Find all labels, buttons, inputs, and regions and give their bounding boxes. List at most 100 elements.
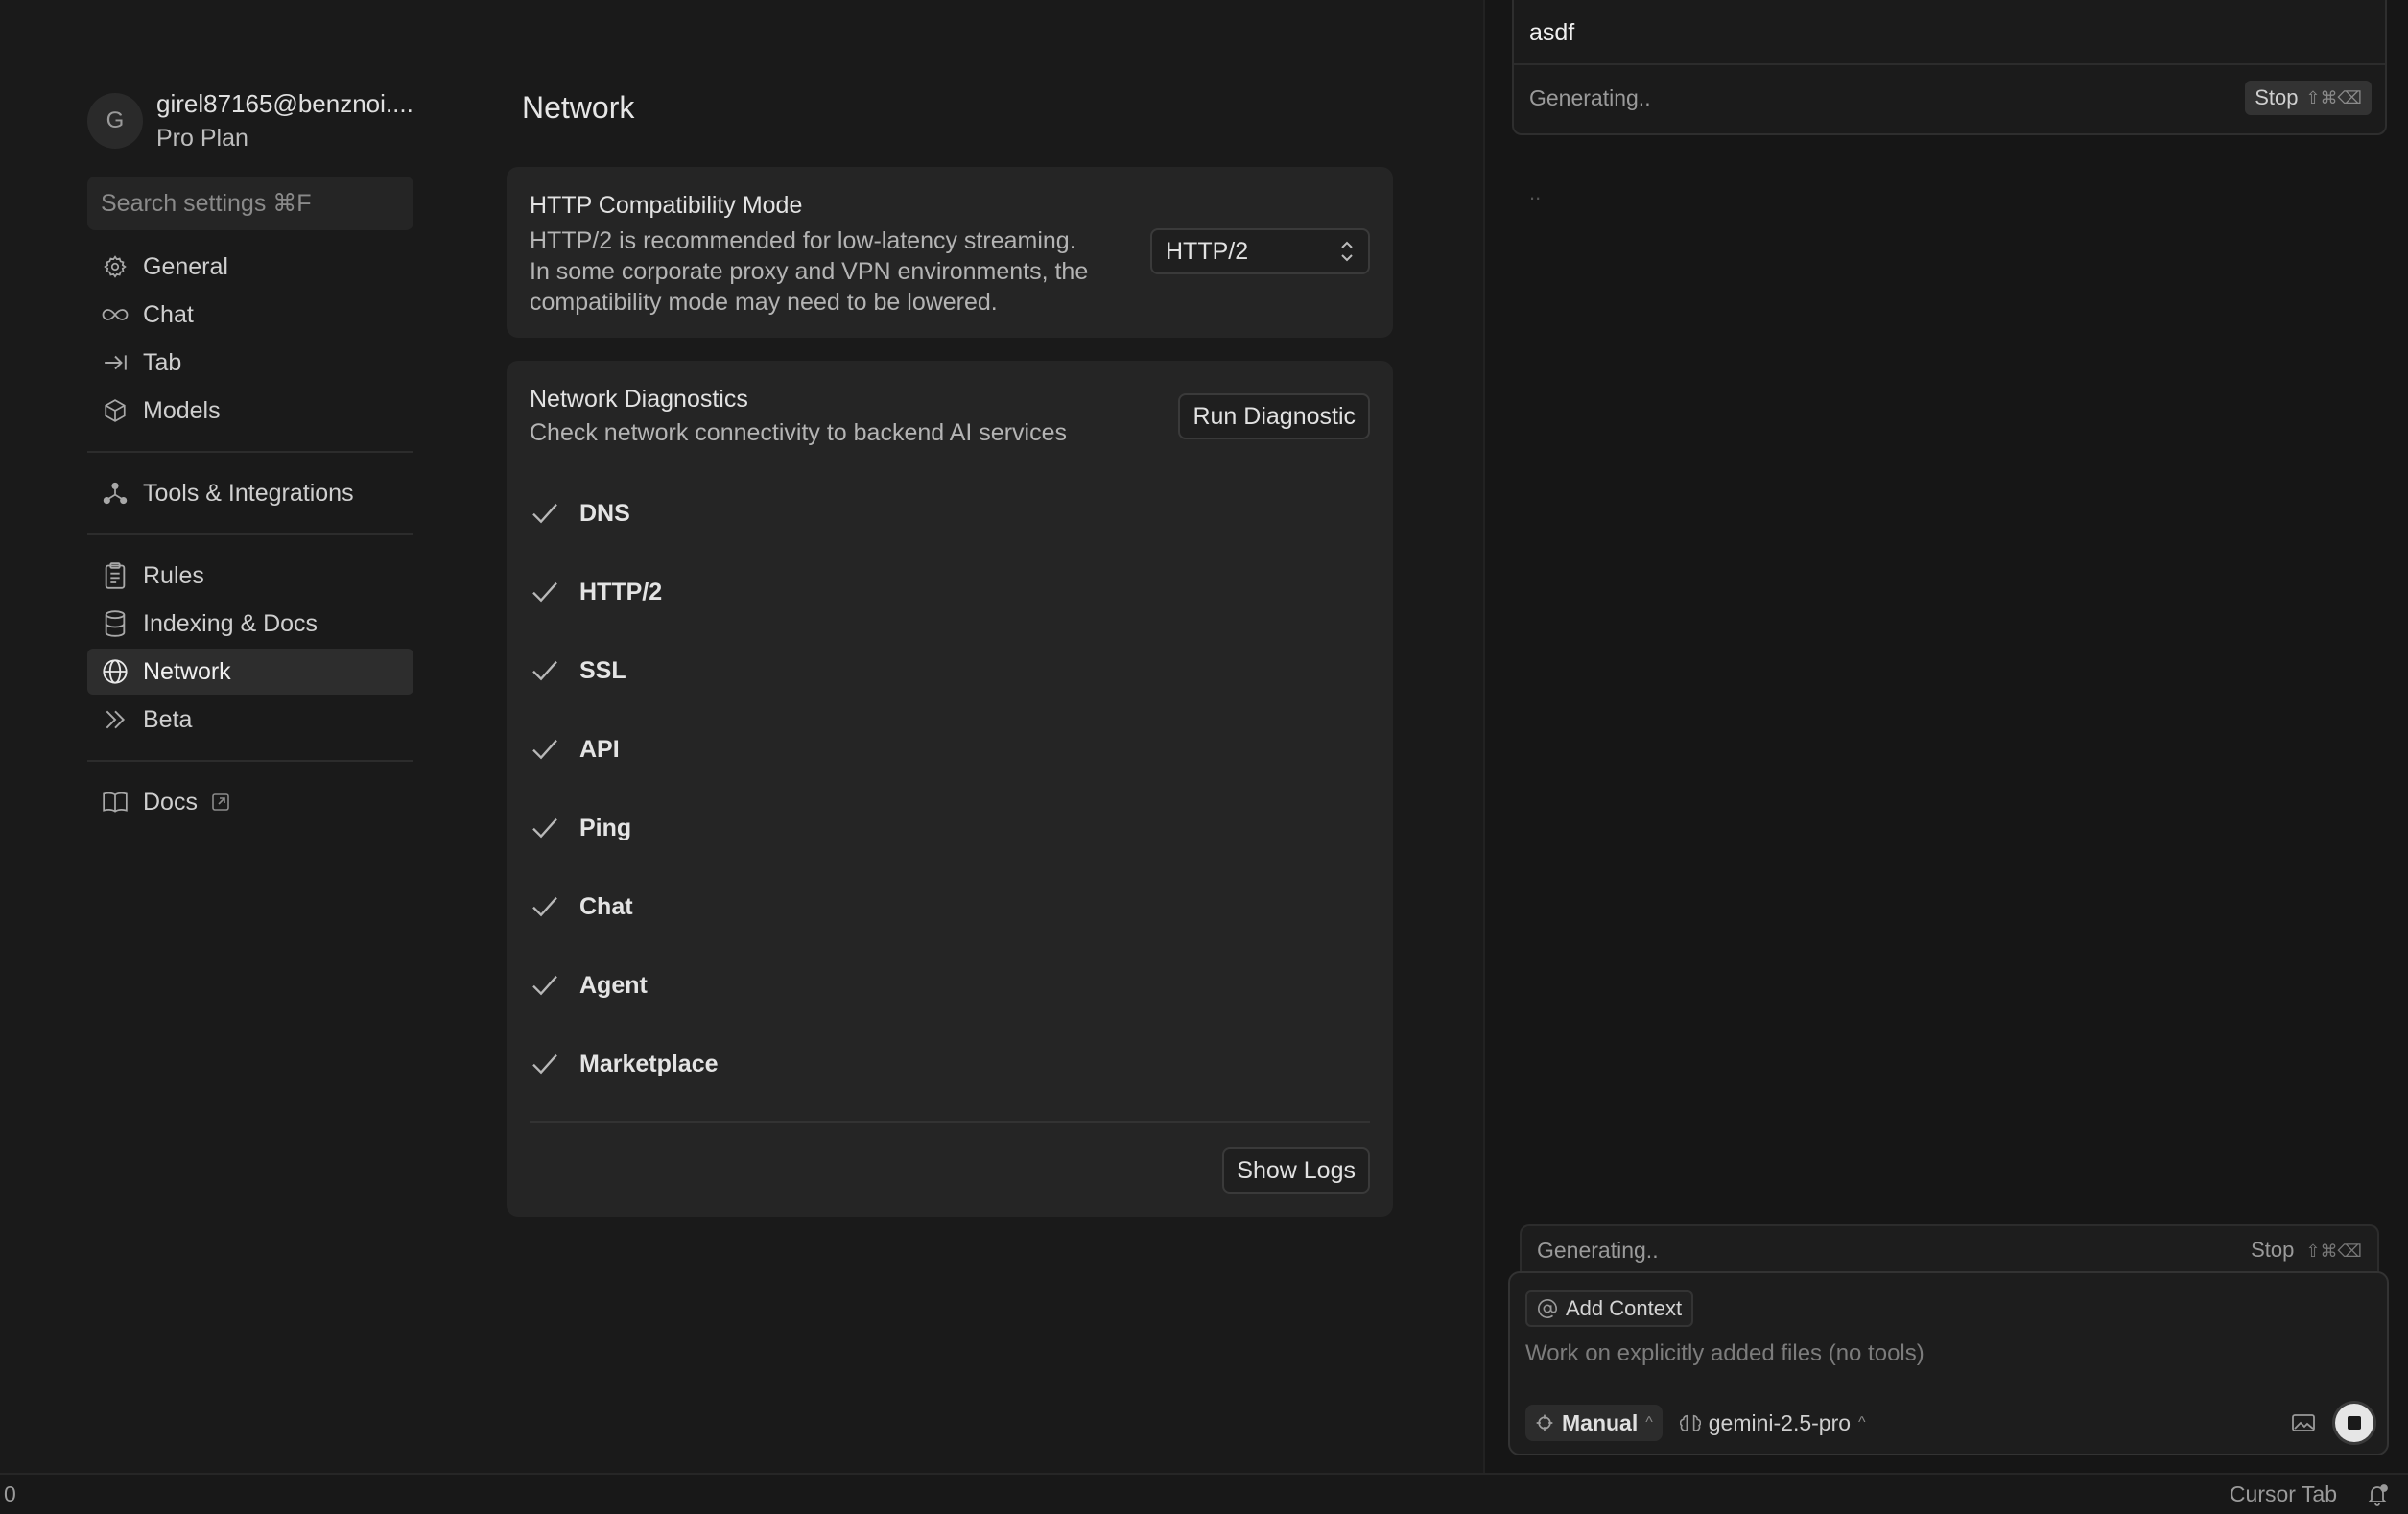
sidebar-item-label: Beta	[143, 705, 193, 733]
run-diagnostic-button[interactable]: Run Diagnostic	[1178, 393, 1370, 439]
external-link-icon	[211, 792, 230, 812]
bell-icon[interactable]	[2366, 1482, 2389, 1507]
cube-icon	[101, 396, 130, 425]
sidebar-item-indexing-docs[interactable]: Indexing & Docs	[87, 601, 413, 647]
double-chevron-icon	[101, 705, 130, 734]
avatar: G	[87, 93, 143, 149]
sidebar-item-docs[interactable]: Docs	[87, 779, 413, 825]
stop-button[interactable]: Stop ⇧⌘⌫	[2245, 81, 2372, 115]
stop-label: Stop	[2251, 1238, 2295, 1262]
http-compat-title: HTTP Compatibility Mode	[530, 192, 803, 219]
http-mode-select[interactable]: HTTP/2	[1150, 228, 1370, 274]
show-logs-button[interactable]: Show Logs	[1222, 1147, 1370, 1194]
generating-status: Generating..	[1537, 1237, 1659, 1263]
stop-label: Stop	[2255, 85, 2299, 109]
sidebar-item-tab[interactable]: Tab	[87, 340, 413, 386]
nav-divider	[87, 533, 413, 535]
status-bar: 0 Cursor Tab	[0, 1473, 2408, 1514]
brain-icon	[1679, 1413, 1701, 1432]
diagnostic-label: DNS	[579, 499, 630, 527]
checkmark-icon	[530, 655, 560, 686]
profile[interactable]: G girel87165@benznoi.... Pro Plan	[87, 86, 415, 155]
sidebar-item-general[interactable]: General	[87, 244, 413, 290]
network-diagnostics-card: Network Diagnostics Check network connec…	[507, 361, 1393, 1217]
diagnostic-row-chat: Chat	[530, 867, 1370, 946]
arrow-right-bar-icon	[101, 348, 130, 377]
diagnostics-title: Network Diagnostics	[530, 386, 748, 413]
checkmark-icon	[530, 577, 560, 607]
sidebar-item-label: Models	[143, 396, 221, 424]
sidebar-item-chat[interactable]: Chat	[87, 292, 413, 338]
sidebar-item-label: Docs	[143, 788, 198, 816]
sidebar-item-models[interactable]: Models	[87, 388, 413, 434]
stop-shortcut: ⇧⌘⌫	[2305, 87, 2362, 107]
sidebar-item-label: Tab	[143, 348, 182, 376]
globe-icon	[101, 657, 130, 686]
sidebar-item-label: Rules	[143, 561, 204, 589]
checkmark-icon	[530, 734, 560, 765]
sidebar-item-label: Network	[143, 657, 231, 685]
sidebar-item-beta[interactable]: Beta	[87, 697, 413, 743]
nodes-icon	[101, 479, 130, 508]
checkmark-icon	[530, 813, 560, 843]
diagnostic-label: Ping	[579, 814, 632, 841]
settings-nav: General Chat Tab Models Tools & Integrat…	[87, 244, 415, 825]
nav-divider	[87, 760, 413, 762]
response-ellipsis: ..	[1529, 180, 1542, 204]
cursor-tab-status[interactable]: Cursor Tab	[2230, 1481, 2337, 1507]
status-left-text: 0	[4, 1481, 16, 1506]
add-context-button[interactable]: Add Context	[1525, 1290, 1694, 1327]
mode-label: Manual	[1562, 1409, 1639, 1435]
chat-composer: Add Context Work on explicitly added fil…	[1508, 1271, 2389, 1455]
chevron-up-icon: ^	[1645, 1414, 1653, 1431]
book-icon	[101, 788, 130, 816]
diagnostic-label: API	[579, 735, 620, 763]
page-title: Network	[522, 90, 635, 125]
chevron-up-icon: ^	[1858, 1414, 1866, 1431]
image-attach-icon[interactable]	[2291, 1412, 2316, 1433]
stop-generation-button[interactable]	[2335, 1404, 2373, 1442]
settings-search-input[interactable]: Search settings ⌘F	[87, 177, 413, 230]
settings-sidebar: G girel87165@benznoi.... Pro Plan Search…	[87, 86, 415, 827]
http-mode-value: HTTP/2	[1166, 237, 1249, 265]
add-context-label: Add Context	[1566, 1296, 1683, 1320]
http-compat-desc: compatibility mode may need to be lowere…	[530, 289, 998, 316]
user-message-text: asdf	[1529, 19, 1575, 46]
checkmark-icon	[530, 1049, 560, 1079]
diagnostic-label: SSL	[579, 656, 626, 684]
mode-selector[interactable]: Manual ^	[1525, 1405, 1663, 1441]
diagnostics-desc: Check network connectivity to backend AI…	[530, 419, 1067, 446]
checkmark-icon	[530, 498, 560, 529]
generating-bar: Generating.. Stop ⇧⌘⌫	[1520, 1224, 2379, 1274]
model-label: gemini-2.5-pro	[1708, 1409, 1852, 1435]
diagnostic-row-agent: Agent	[530, 946, 1370, 1025]
sidebar-item-label: Chat	[143, 300, 194, 328]
chat-input[interactable]: Work on explicitly added files (no tools…	[1525, 1340, 1924, 1367]
generating-status: Generating..	[1529, 84, 1651, 110]
sidebar-item-network[interactable]: Network	[87, 649, 413, 695]
sidebar-item-tools-integrations[interactable]: Tools & Integrations	[87, 470, 413, 516]
profile-plan: Pro Plan	[156, 125, 248, 152]
model-selector[interactable]: gemini-2.5-pro ^	[1679, 1409, 1866, 1436]
sidebar-item-label: General	[143, 252, 228, 280]
diagnostic-row-ping: Ping	[530, 789, 1370, 867]
user-message-box[interactable]: asdf Generating.. Stop ⇧⌘⌫	[1512, 0, 2387, 135]
stop-shortcut: ⇧⌘⌫	[2305, 1242, 2362, 1261]
stop-button[interactable]: Stop ⇧⌘⌫	[2251, 1238, 2362, 1263]
message-divider	[1514, 63, 2385, 65]
diagnostic-label: Marketplace	[579, 1050, 719, 1077]
sidebar-item-rules[interactable]: Rules	[87, 553, 413, 599]
updown-chevron-icon	[1339, 239, 1355, 264]
diagnostic-row-ssl: SSL	[530, 631, 1370, 710]
card-divider	[530, 1121, 1370, 1123]
clipboard-icon	[101, 561, 130, 590]
http-compat-card: HTTP Compatibility Mode HTTP/2 is recomm…	[507, 167, 1393, 338]
crosshair-icon	[1535, 1413, 1554, 1432]
infinity-icon	[101, 300, 130, 329]
database-icon	[101, 609, 130, 638]
diagnostic-row-http2: HTTP/2	[530, 553, 1370, 631]
diagnostics-list: DNS HTTP/2 SSL API Ping Chat Agent Marke…	[530, 474, 1370, 1103]
http-compat-desc: In some corporate proxy and VPN environm…	[530, 258, 1089, 285]
http-compat-desc: HTTP/2 is recommended for low-latency st…	[530, 227, 1076, 254]
sidebar-item-label: Tools & Integrations	[143, 479, 354, 507]
